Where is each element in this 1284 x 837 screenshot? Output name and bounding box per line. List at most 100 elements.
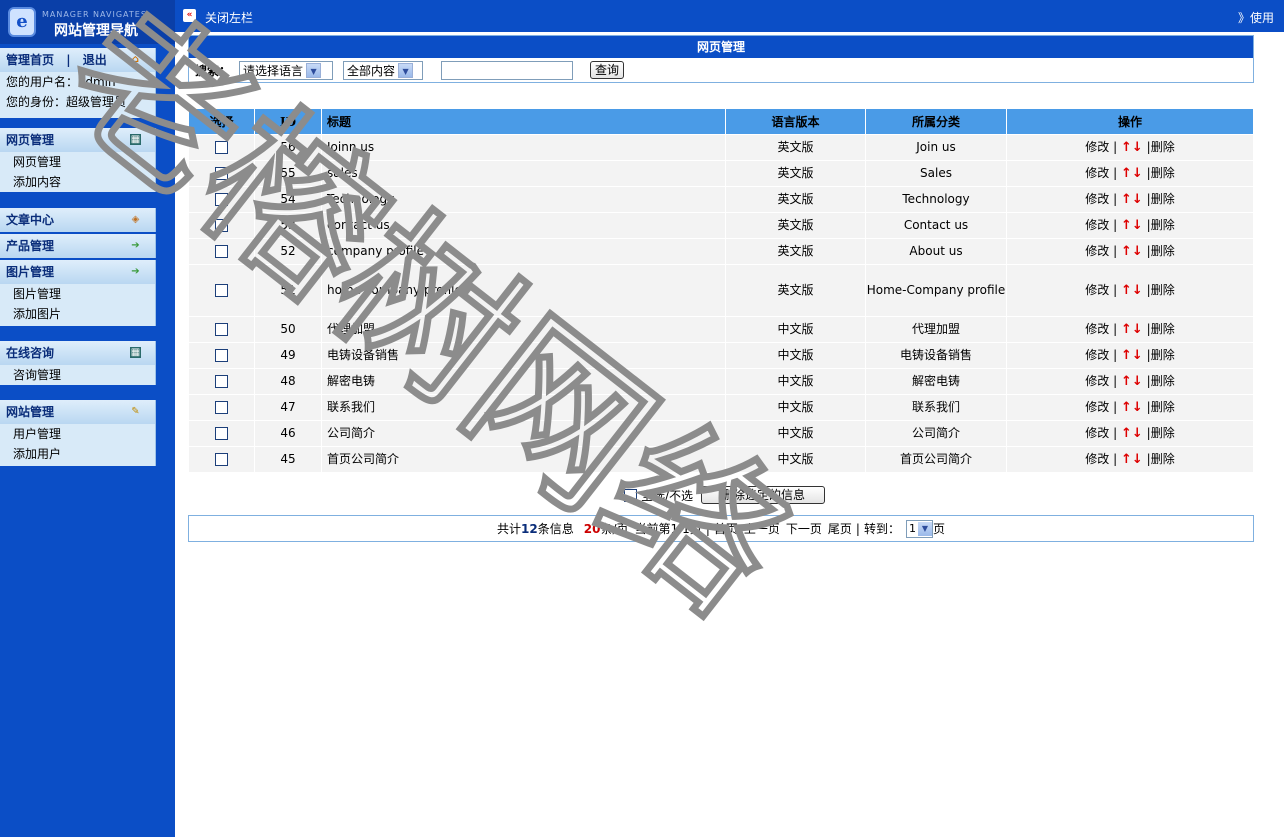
edit-link[interactable]: 修改 bbox=[1085, 374, 1109, 388]
arrow-up-icon[interactable]: ↑ bbox=[1121, 192, 1132, 207]
row-checkbox[interactable] bbox=[215, 219, 228, 232]
row-checkbox[interactable] bbox=[215, 427, 228, 440]
collapse-left-icon[interactable]: « bbox=[183, 9, 196, 22]
arrow-down-icon[interactable]: ↓ bbox=[1132, 166, 1143, 181]
group-products-header[interactable]: 产品管理 ➔ bbox=[0, 234, 155, 258]
arrow-up-icon[interactable]: ↑ bbox=[1121, 244, 1132, 259]
top-right-text[interactable]: 》使用 bbox=[1238, 9, 1274, 26]
delete-link[interactable]: 删除 bbox=[1151, 218, 1175, 232]
logo-icon: e bbox=[8, 7, 36, 37]
logout-link[interactable]: 退出 bbox=[83, 53, 107, 67]
arrow-down-icon[interactable]: ↓ bbox=[1132, 426, 1143, 441]
prev-page-link[interactable]: 上一页 bbox=[744, 520, 780, 537]
scope-select[interactable]: 全部内容 ▼ bbox=[343, 60, 424, 80]
row-category: Technology bbox=[865, 186, 1007, 213]
group-pages-header[interactable]: 网页管理 ▦ bbox=[0, 128, 155, 152]
arrow-up-icon[interactable]: ↑ bbox=[1121, 348, 1132, 363]
edit-link[interactable]: 修改 bbox=[1085, 218, 1109, 232]
row-actions: 修改 | ↑↓ |删除 bbox=[1006, 394, 1254, 421]
next-page-link[interactable]: 下一页 bbox=[786, 520, 822, 537]
arrow-up-icon[interactable]: ↑ bbox=[1121, 283, 1132, 298]
row-checkbox[interactable] bbox=[215, 375, 228, 388]
delete-link[interactable]: 删除 bbox=[1151, 140, 1175, 154]
arrow-up-icon[interactable]: ↑ bbox=[1121, 140, 1132, 155]
sidebar-item-add-user[interactable]: 添加用户 bbox=[0, 444, 155, 464]
delete-link[interactable]: 删除 bbox=[1151, 192, 1175, 206]
arrow-down-icon[interactable]: ↓ bbox=[1132, 218, 1143, 233]
edit-link[interactable]: 修改 bbox=[1085, 244, 1109, 258]
group-images-header[interactable]: 图片管理 ➔ bbox=[0, 260, 155, 284]
row-checkbox[interactable] bbox=[215, 193, 228, 206]
arrow-up-icon[interactable]: ↑ bbox=[1121, 322, 1132, 337]
delete-link[interactable]: 删除 bbox=[1151, 348, 1175, 362]
arrow-up-icon[interactable]: ↑ bbox=[1121, 426, 1132, 441]
sidebar-item-consult-manage[interactable]: 咨询管理 bbox=[0, 365, 155, 385]
edit-link[interactable]: 修改 bbox=[1085, 166, 1109, 180]
row-checkbox[interactable] bbox=[215, 141, 228, 154]
group-articles-header[interactable]: 文章中心 ◈ bbox=[0, 208, 155, 232]
home-icon: ⌂ bbox=[131, 54, 140, 65]
row-checkbox[interactable] bbox=[215, 245, 228, 258]
arrow-down-icon[interactable]: ↓ bbox=[1132, 283, 1143, 298]
close-left-link[interactable]: 关闭左栏 bbox=[205, 9, 253, 26]
select-all-label: 全选/不选 bbox=[641, 488, 694, 503]
arrow-up-icon[interactable]: ↑ bbox=[1121, 452, 1132, 467]
arrow-down-icon[interactable]: ↓ bbox=[1132, 374, 1143, 389]
arrow-up-icon[interactable]: ↑ bbox=[1121, 400, 1132, 415]
edit-link[interactable]: 修改 bbox=[1085, 192, 1109, 206]
arrow-down-icon[interactable]: ↓ bbox=[1132, 400, 1143, 415]
row-checkbox[interactable] bbox=[215, 349, 228, 362]
arrow-down-icon[interactable]: ↓ bbox=[1132, 322, 1143, 337]
delete-link[interactable]: 删除 bbox=[1151, 283, 1175, 297]
language-select[interactable]: 请选择语言 ▼ bbox=[239, 60, 334, 80]
row-checkbox[interactable] bbox=[215, 323, 228, 336]
arrow-down-icon[interactable]: ↓ bbox=[1132, 348, 1143, 363]
arrow-down-icon[interactable]: ↓ bbox=[1132, 192, 1143, 207]
delete-link[interactable]: 删除 bbox=[1151, 166, 1175, 180]
row-title: company profile bbox=[321, 238, 726, 265]
sidebar-item-page-manage[interactable]: 网页管理 bbox=[0, 152, 155, 172]
arrow-down-icon[interactable]: ↓ bbox=[1132, 140, 1143, 155]
sidebar-item-user-manage[interactable]: 用户管理 bbox=[0, 424, 155, 444]
arrow-down-icon[interactable]: ↓ bbox=[1132, 244, 1143, 259]
select-all-checkbox[interactable] bbox=[624, 488, 637, 502]
delete-selected-button[interactable]: 删除选定的信息 bbox=[701, 486, 826, 504]
delete-link[interactable]: 删除 bbox=[1151, 322, 1175, 336]
row-language: 英文版 bbox=[725, 212, 866, 239]
delete-link[interactable]: 删除 bbox=[1151, 244, 1175, 258]
table-row: 51 home company profile 英文版 Home-Company pr… bbox=[188, 264, 1254, 317]
first-page-link[interactable]: 首页 bbox=[714, 520, 738, 537]
row-checkbox[interactable] bbox=[215, 401, 228, 414]
arrow-up-icon[interactable]: ↑ bbox=[1121, 218, 1132, 233]
edit-link[interactable]: 修改 bbox=[1085, 322, 1109, 336]
edit-link[interactable]: 修改 bbox=[1085, 348, 1109, 362]
row-checkbox[interactable] bbox=[215, 167, 228, 180]
query-button[interactable]: 查询 bbox=[590, 61, 625, 79]
arrow-down-icon[interactable]: ↓ bbox=[1132, 452, 1143, 467]
edit-link[interactable]: 修改 bbox=[1085, 426, 1109, 440]
edit-link[interactable]: 修改 bbox=[1085, 140, 1109, 154]
arrow-up-icon[interactable]: ↑ bbox=[1121, 166, 1132, 181]
last-page-link[interactable]: 尾页 bbox=[828, 520, 852, 537]
edit-link[interactable]: 修改 bbox=[1085, 400, 1109, 414]
edit-link[interactable]: 修改 bbox=[1085, 452, 1109, 466]
arrow-icon: ➔ bbox=[131, 266, 140, 277]
sidebar-item-add-image[interactable]: 添加图片 bbox=[0, 304, 155, 324]
group-consult-header[interactable]: 在线咨询 ▦ bbox=[0, 341, 155, 365]
group-site-header[interactable]: 网站管理 ✎ bbox=[0, 400, 155, 424]
sidebar-item-add-content[interactable]: 添加内容 bbox=[0, 172, 155, 192]
delete-link[interactable]: 删除 bbox=[1151, 426, 1175, 440]
table-row: 55 sales 英文版 Sales 修改 | ↑↓ |删除 bbox=[188, 160, 1254, 187]
delete-link[interactable]: 删除 bbox=[1151, 400, 1175, 414]
row-checkbox[interactable] bbox=[215, 284, 228, 297]
row-title: 代理加盟 bbox=[321, 316, 726, 343]
search-input[interactable] bbox=[441, 60, 574, 80]
arrow-up-icon[interactable]: ↑ bbox=[1121, 374, 1132, 389]
row-checkbox[interactable] bbox=[215, 453, 228, 466]
sidebar-item-image-manage[interactable]: 图片管理 bbox=[0, 284, 155, 304]
home-link[interactable]: 管理首页 bbox=[6, 53, 54, 67]
page-select[interactable]: 1 ▼ bbox=[905, 519, 933, 538]
delete-link[interactable]: 删除 bbox=[1151, 452, 1175, 466]
edit-link[interactable]: 修改 bbox=[1085, 283, 1109, 297]
delete-link[interactable]: 删除 bbox=[1151, 374, 1175, 388]
